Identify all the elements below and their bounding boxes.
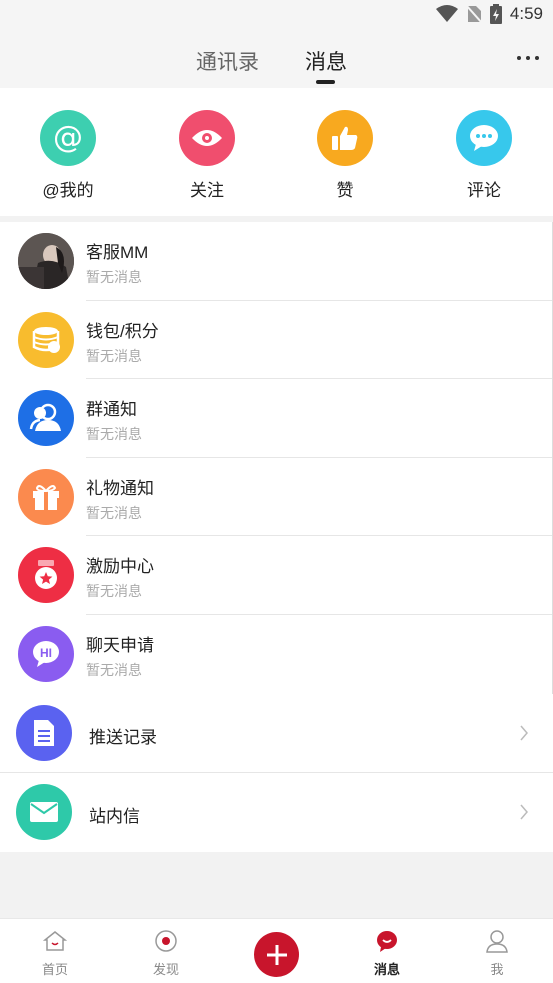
battery-icon (489, 4, 502, 24)
nav-label: 消息 (373, 962, 400, 977)
nav-home[interactable]: 首页 (20, 929, 90, 978)
quick-actions: @ @我的 关注 赞 评论 (0, 88, 553, 216)
conversation-title: 群通知 (86, 400, 137, 420)
nav-profile[interactable]: 我 (462, 929, 532, 978)
quick-action-label: @我的 (42, 181, 94, 200)
medal-icon (18, 547, 74, 604)
wifi-icon (435, 5, 458, 22)
conversation-subtitle: 暂无消息 (86, 269, 142, 285)
list-item-incentive-center[interactable]: 激励中心 暂无消息 (0, 536, 552, 615)
conversation-title: 钱包/积分 (86, 321, 159, 341)
message-icon (377, 931, 397, 952)
nav-discover[interactable]: 发现 (131, 929, 201, 978)
quick-action-mentions[interactable]: @ @我的 (18, 110, 118, 201)
list-item-gift-notice[interactable]: 礼物通知 暂无消息 (0, 458, 552, 537)
profile-icon (486, 930, 508, 953)
group-icon (18, 390, 74, 447)
conversation-subtitle: 暂无消息 (86, 347, 142, 364)
list-item-customer-service[interactable]: 客服MM 暂无消息 (0, 222, 552, 301)
nav-label: 发现 (152, 962, 179, 977)
list-item-inbox[interactable]: 站内信 (0, 773, 553, 852)
coins-icon (18, 311, 74, 368)
tab-contacts[interactable]: 通讯录 (196, 46, 259, 76)
conversation-title: 礼物通知 (86, 478, 154, 498)
quick-action-label: 关注 (190, 181, 224, 200)
more-options-icon[interactable] (517, 56, 539, 60)
link-list: 推送记录 站内信 (0, 694, 553, 852)
conversation-list: 客服MM 暂无消息 钱包/积分 暂无消息 群通知 暂无消息 礼物通知 暂无消息 … (0, 222, 553, 694)
chevron-right-icon (520, 725, 528, 741)
gift-icon (18, 468, 74, 525)
quick-action-label: 赞 (336, 181, 354, 200)
active-tab-indicator (316, 80, 335, 84)
conversation-title: 聊天申请 (86, 635, 154, 655)
chevron-right-icon (520, 804, 528, 820)
list-item-group-notice[interactable]: 群通知 暂无消息 (0, 379, 552, 458)
discover-icon (155, 930, 177, 952)
comment-bubble-icon (456, 110, 512, 166)
thumbs-up-icon (317, 110, 373, 166)
conversation-subtitle: 暂无消息 (86, 583, 142, 600)
document-icon (16, 705, 72, 761)
conversation-subtitle: 暂无消息 (86, 426, 142, 443)
header: 通讯录 消息 (0, 30, 553, 88)
tab-messages[interactable]: 消息 (305, 46, 347, 76)
conversation-title: 激励中心 (86, 557, 154, 577)
list-item-wallet[interactable]: 钱包/积分 暂无消息 (0, 301, 552, 380)
avatar (18, 233, 74, 289)
plus-icon[interactable] (254, 932, 299, 977)
quick-action-follow[interactable]: 关注 (157, 110, 257, 201)
envelope-icon (16, 784, 72, 840)
eye-icon (179, 110, 235, 166)
nav-label: 首页 (41, 962, 68, 977)
no-sim-icon (465, 5, 482, 23)
quick-action-label: 评论 (467, 181, 501, 200)
nav-label: 我 (490, 962, 504, 977)
nav-messages[interactable]: 消息 (352, 929, 422, 978)
hi-chat-icon: HI (18, 625, 74, 682)
list-item-push-records[interactable]: 推送记录 (0, 694, 553, 773)
quick-action-likes[interactable]: 赞 (295, 110, 395, 201)
conversation-title: 客服MM (86, 243, 149, 262)
conversation-subtitle: 暂无消息 (86, 504, 142, 521)
home-icon (42, 931, 68, 951)
link-title: 推送记录 (89, 728, 157, 747)
list-item-chat-request[interactable]: HI 聊天申请 暂无消息 (0, 615, 552, 694)
conversation-subtitle: 暂无消息 (86, 661, 142, 678)
quick-action-comments[interactable]: 评论 (434, 110, 534, 201)
status-time: 4:59 (509, 4, 543, 23)
link-title: 站内信 (89, 807, 140, 826)
svg-text:HI: HI (40, 646, 52, 660)
status-bar: 4:59 (0, 0, 553, 30)
bottom-nav: 首页 发现 消息 我 (0, 918, 553, 983)
at-icon: @ (40, 110, 96, 166)
